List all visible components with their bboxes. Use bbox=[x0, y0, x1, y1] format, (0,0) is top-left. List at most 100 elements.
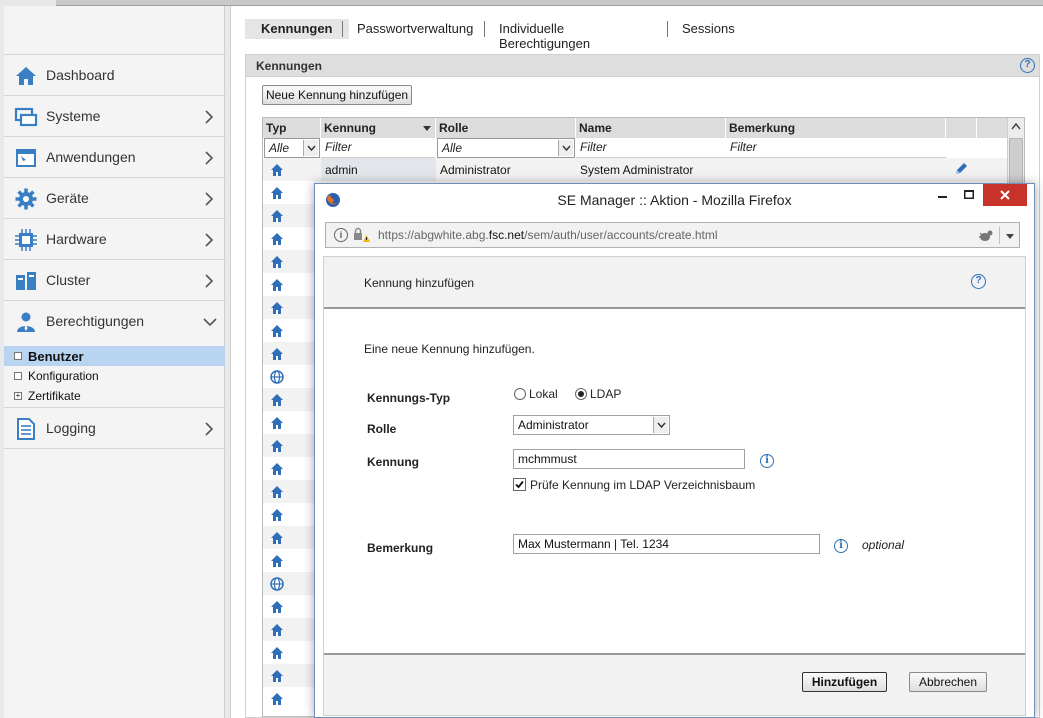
sidebar-item-logging[interactable]: Logging bbox=[4, 407, 225, 448]
address-bar[interactable]: i https://abgwhite.abg.fsc.net/sem/auth/… bbox=[325, 222, 1020, 248]
firefox-popup-window: SE Manager :: Aktion - Mozilla Firefox i… bbox=[314, 183, 1035, 718]
tab-kennungen[interactable]: Kennungen bbox=[245, 19, 349, 39]
sidebar-subitem-label: Zertifikate bbox=[28, 389, 81, 403]
dropdown-arrow-icon[interactable] bbox=[1006, 234, 1014, 239]
table-cell-name: System Administrator bbox=[580, 163, 694, 177]
minimize-button[interactable] bbox=[931, 184, 953, 206]
column-header-kennung[interactable]: Kennung bbox=[321, 118, 436, 138]
tab-individuelle-berechtigungen[interactable]: Individuelle Berechtigungen bbox=[499, 19, 590, 51]
sidebar-item-label: Hardware bbox=[46, 231, 107, 247]
column-header-name[interactable]: Name bbox=[576, 118, 726, 138]
chevron-down-icon bbox=[303, 140, 318, 156]
monitor-icon bbox=[14, 105, 38, 129]
rolle-select[interactable]: Administrator bbox=[513, 415, 670, 435]
info-icon[interactable]: i bbox=[760, 454, 774, 468]
label-kennung: Kennung bbox=[367, 455, 419, 469]
globe-icon bbox=[270, 577, 284, 591]
window-title: SE Manager :: Aktion - Mozilla Firefox bbox=[557, 192, 792, 208]
chevron-right-icon bbox=[203, 110, 215, 124]
maximize-button[interactable] bbox=[957, 184, 981, 206]
ldap-check-checkbox[interactable] bbox=[513, 478, 526, 491]
house-icon bbox=[270, 508, 284, 522]
edit-pencil-icon[interactable] bbox=[953, 161, 969, 177]
scroll-up-icon[interactable] bbox=[1011, 122, 1021, 130]
tree-node-icon bbox=[14, 352, 22, 360]
sidebar-item-label: Berechtigungen bbox=[46, 313, 145, 329]
column-header-rolle[interactable]: Rolle bbox=[436, 118, 576, 138]
dialog-intro-text: Eine neue Kennung hinzufügen. bbox=[364, 342, 535, 356]
radio-lokal[interactable] bbox=[514, 388, 526, 400]
close-button[interactable] bbox=[983, 184, 1027, 206]
info-icon[interactable]: i bbox=[334, 228, 348, 242]
house-icon bbox=[270, 554, 284, 568]
sidebar-item-hardware[interactable]: Hardware bbox=[4, 218, 225, 259]
chevron-down-icon bbox=[203, 315, 217, 329]
filter-kennung-input[interactable]: Filter bbox=[321, 138, 435, 158]
window-titlebar: SE Manager :: Aktion - Mozilla Firefox bbox=[315, 184, 1034, 216]
sidebar-item-label: Logging bbox=[46, 420, 96, 436]
sidebar-subitem-benutzer[interactable]: Benutzer bbox=[4, 346, 225, 366]
sidebar-subitem-label: Konfiguration bbox=[28, 369, 99, 383]
sidebar-item-systeme[interactable]: Systeme bbox=[4, 95, 225, 136]
help-icon[interactable]: ? bbox=[1020, 58, 1035, 73]
column-header-typ[interactable]: Typ bbox=[263, 118, 321, 138]
house-icon bbox=[14, 64, 38, 88]
cluster-icon bbox=[14, 269, 38, 293]
sidebar-item-label: Cluster bbox=[46, 272, 91, 288]
divider bbox=[999, 227, 1000, 244]
filter-name-input[interactable]: Filter bbox=[576, 138, 726, 158]
rolle-select-value: Administrator bbox=[518, 418, 589, 432]
user-icon bbox=[14, 310, 38, 334]
house-icon bbox=[270, 324, 284, 338]
filter-bemerkung-input[interactable]: Filter bbox=[726, 138, 946, 158]
filter-rolle-value: Alle bbox=[442, 141, 463, 155]
column-header-delete bbox=[977, 118, 1008, 138]
chevron-right-icon bbox=[203, 422, 215, 436]
sidebar-item-berechtigungen[interactable]: Berechtigungen bbox=[4, 300, 225, 341]
table-cell-kennung: admin bbox=[325, 163, 358, 177]
sidebar-item-label: Systeme bbox=[46, 108, 101, 124]
optional-hint: optional bbox=[862, 538, 905, 552]
filter-typ-select[interactable]: Alle bbox=[264, 138, 320, 158]
sidebar-item-cluster[interactable]: Cluster bbox=[4, 259, 225, 300]
sidebar-item-anwendungen[interactable]: Anwendungen bbox=[4, 136, 225, 177]
sidebar-subitem-konfiguration[interactable]: Konfiguration bbox=[4, 366, 225, 386]
tracking-protection-icon[interactable] bbox=[978, 229, 994, 243]
tab-divider bbox=[667, 21, 668, 37]
sidebar-subitem-zertifikate[interactable]: + Zertifikate bbox=[4, 386, 225, 406]
dialog-header: Kennung hinzufügen ? bbox=[324, 257, 1025, 309]
help-icon[interactable]: ? bbox=[971, 274, 986, 289]
info-icon[interactable]: i bbox=[834, 539, 848, 553]
house-icon bbox=[270, 163, 284, 177]
table-row[interactable]: admin Administrator System Administrator bbox=[263, 158, 1008, 181]
sidebar: Dashboard Systeme Anwendungen Geräte Har… bbox=[4, 6, 225, 718]
house-icon bbox=[270, 692, 284, 706]
lock-warning-icon[interactable] bbox=[352, 227, 370, 243]
tab-passwortverwaltung[interactable]: Passwortverwaltung bbox=[357, 19, 473, 39]
document-icon bbox=[14, 417, 38, 441]
add-kennung-button[interactable]: Neue Kennung hinzufügen bbox=[262, 85, 412, 105]
column-header-bemerkung[interactable]: Bemerkung bbox=[726, 118, 946, 138]
dialog-body: Kennung hinzufügen ? Eine neue Kennung h… bbox=[323, 256, 1026, 716]
sidebar-item-dashboard[interactable]: Dashboard bbox=[4, 54, 225, 95]
house-icon bbox=[270, 186, 284, 200]
abbrechen-button[interactable]: Abbrechen bbox=[909, 672, 987, 692]
house-icon bbox=[270, 301, 284, 315]
panel-title: Kennungen bbox=[256, 59, 322, 73]
bemerkung-input[interactable]: Max Mustermann | Tel. 1234 bbox=[513, 534, 820, 554]
hinzufuegen-button[interactable]: Hinzufügen bbox=[802, 672, 887, 692]
label-bemerkung: Bemerkung bbox=[367, 541, 434, 555]
radio-ldap[interactable] bbox=[575, 388, 587, 400]
sidebar-item-geraete[interactable]: Geräte bbox=[4, 177, 225, 218]
kennung-input[interactable]: mchmmust bbox=[513, 449, 745, 469]
tab-sessions[interactable]: Sessions bbox=[682, 19, 735, 39]
globe-icon bbox=[270, 370, 284, 384]
house-icon bbox=[270, 462, 284, 476]
filter-rolle-select[interactable]: Alle bbox=[437, 138, 575, 158]
expand-icon[interactable]: + bbox=[14, 392, 22, 400]
divider bbox=[4, 448, 225, 449]
dialog-title: Kennung hinzufügen bbox=[364, 276, 475, 290]
radio-ldap-label: LDAP bbox=[590, 387, 622, 401]
chevron-down-icon bbox=[653, 417, 668, 433]
house-icon bbox=[270, 531, 284, 545]
